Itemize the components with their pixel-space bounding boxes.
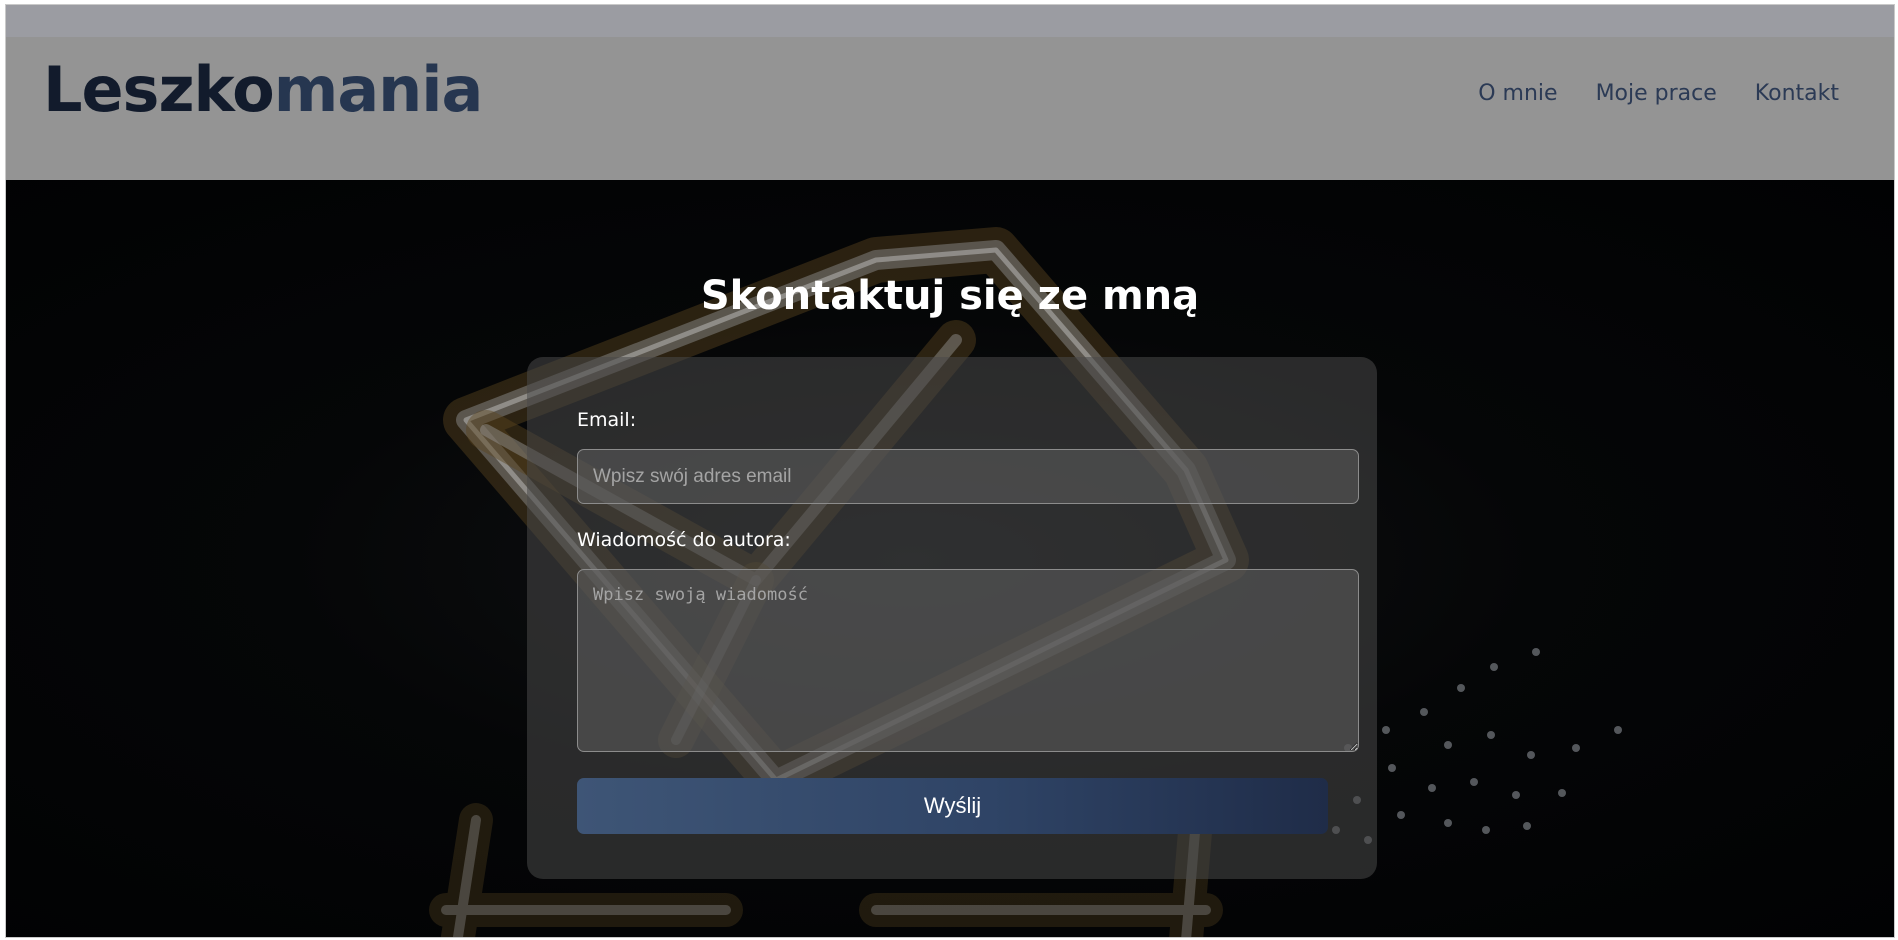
email-label: Email:: [577, 409, 637, 431]
top-strip: [6, 5, 1894, 37]
contact-form: Email: Wiadomość do autora: Wyślij: [527, 357, 1377, 879]
page-frame: Leszkomania O mnie Moje prace Kontakt Sk…: [5, 4, 1895, 938]
nav-link-about[interactable]: O mnie: [1478, 81, 1557, 106]
logo-primary-text: Leszko: [43, 53, 275, 126]
main-nav: O mnie Moje prace Kontakt: [1478, 81, 1839, 106]
message-textarea[interactable]: [577, 569, 1359, 752]
nav-link-contact[interactable]: Kontakt: [1755, 81, 1839, 106]
logo-accent-text: mania: [273, 53, 484, 126]
site-logo[interactable]: Leszkomania: [43, 59, 483, 121]
email-input[interactable]: [577, 449, 1359, 504]
message-label: Wiadomość do autora:: [577, 529, 791, 551]
contact-title: Skontaktuj się ze mną: [700, 273, 1200, 319]
site-header: Leszkomania O mnie Moje prace Kontakt: [6, 37, 1894, 180]
send-button[interactable]: Wyślij: [577, 778, 1328, 834]
nav-link-works[interactable]: Moje prace: [1596, 81, 1717, 106]
